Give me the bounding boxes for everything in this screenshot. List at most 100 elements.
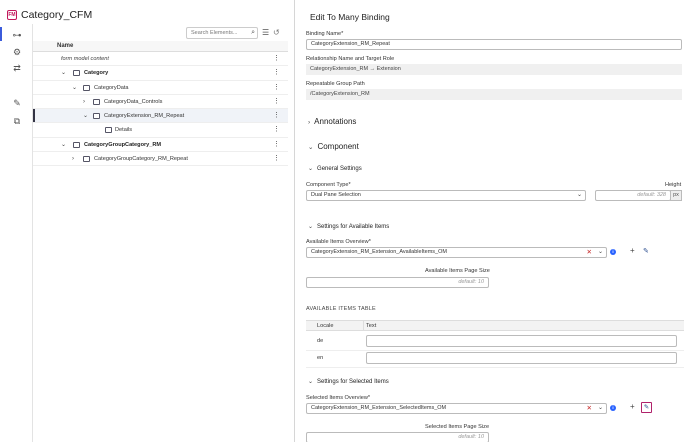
tree-icon[interactable]: ⊶ — [11, 29, 23, 41]
chevron-down-icon[interactable]: ⌄ — [61, 66, 66, 80]
available-table-caption: AVAILABLE ITEMS TABLE — [306, 306, 376, 312]
table-icon — [93, 98, 100, 105]
available-settings-title: Settings for Available Items — [317, 224, 390, 230]
more-icon[interactable]: ⋮ — [273, 52, 280, 66]
tree-row-selected[interactable]: ⌄ CategoryExtension_RM_Repeat ⋮ — [33, 109, 288, 124]
tree-row[interactable]: › CategoryData_Controls ⋮ — [33, 95, 288, 110]
tree-column-header: Name — [33, 41, 288, 52]
folder-icon — [105, 127, 112, 134]
edit-icon[interactable]: ✎ — [641, 402, 652, 413]
repeat-icon — [93, 113, 100, 120]
text-column-header: Text — [366, 323, 377, 329]
component-type-value: Dual Pane Selection — [311, 192, 361, 198]
group-icon — [73, 70, 80, 77]
document-icon: FM — [7, 10, 17, 20]
component-type-select[interactable]: Dual Pane Selection ⌄ — [306, 190, 586, 201]
available-overview-value: CategoryExtension_RM_Extension_Available… — [311, 249, 447, 255]
selected-settings-section[interactable]: ⌄ Settings for Selected Items — [308, 378, 389, 385]
height-label: Height — [665, 182, 682, 188]
available-page-size-input[interactable]: default: 10 — [306, 277, 489, 288]
component-type-label: Component Type* — [306, 182, 351, 188]
tree-row[interactable]: ⌄ CategoryGroupCategory_RM ⋮ — [33, 138, 288, 153]
edit-icon[interactable]: ✎ — [643, 247, 649, 255]
tree-row-label: Details — [115, 127, 133, 134]
available-settings-section[interactable]: ⌄ Settings for Available Items — [308, 223, 389, 230]
tree-row[interactable]: ⌄ CategoryData ⋮ — [33, 81, 288, 95]
tree-row-label: CategoryData — [94, 84, 129, 91]
history-icon[interactable]: ↺ — [273, 28, 280, 37]
text-input[interactable] — [366, 352, 677, 364]
arrows-icon[interactable]: ⇄ — [11, 62, 23, 74]
add-icon[interactable]: + — [630, 246, 635, 255]
chevron-down-icon[interactable]: ⌄ — [72, 81, 77, 95]
left-rail: ⊶ ⚙ ⇄ ✎ ⧉ — [0, 24, 33, 442]
tree-row[interactable]: Details ⋮ — [33, 123, 288, 138]
tree-row-label: CategoryData_Controls — [104, 98, 163, 105]
text-input[interactable] — [366, 335, 677, 347]
column-separator — [363, 321, 364, 331]
general-settings-title: General Settings — [317, 166, 362, 172]
chevron-down-icon[interactable]: ⌄ — [83, 109, 88, 123]
tree-row-label: Category — [84, 70, 109, 77]
group-path-label: Repeatable Group Path — [306, 81, 365, 87]
selected-overview-label: Selected Items Overview* — [306, 395, 371, 401]
gear-icon[interactable]: ⚙ — [11, 46, 23, 58]
search-icon: ⌕ — [251, 29, 255, 36]
general-settings-section[interactable]: ⌄ General Settings — [308, 165, 362, 172]
search-input[interactable]: Search Elements... ⌕ — [186, 27, 258, 39]
tree-row-label: CategoryGroupCategory_RM_Repeat — [94, 156, 188, 163]
available-overview-select[interactable]: CategoryExtension_RM_Extension_Available… — [306, 247, 607, 258]
locale-cell: en — [317, 355, 324, 361]
tree-row[interactable]: › CategoryGroupCategory_RM_Repeat ⋮ — [33, 152, 288, 167]
export-icon[interactable]: ⧉ — [11, 115, 23, 127]
search-placeholder: Search Elements... — [191, 30, 238, 36]
more-icon[interactable]: ⋮ — [273, 123, 280, 137]
brush-icon[interactable]: ✎ — [11, 97, 23, 109]
chevron-down-icon[interactable]: ⌄ — [61, 138, 66, 152]
more-icon[interactable]: ⋮ — [273, 95, 280, 109]
selected-page-size-input[interactable]: default: 10 — [306, 432, 489, 442]
annotations-title: Annotations — [314, 117, 357, 126]
chevron-right-icon: › — [308, 119, 311, 126]
chevron-down-icon: ⌄ — [597, 249, 603, 255]
more-icon[interactable]: ⋮ — [273, 109, 280, 123]
locale-column-header: Locale — [317, 323, 334, 329]
clear-icon[interactable]: ✕ — [587, 404, 592, 413]
group-icon — [73, 141, 80, 148]
chevron-right-icon[interactable]: › — [83, 95, 85, 109]
rail-active-indicator — [0, 27, 2, 41]
annotations-section[interactable]: › Annotations — [308, 117, 356, 126]
clear-icon[interactable]: ✕ — [587, 248, 592, 257]
panel-title: Edit To Many Binding — [310, 12, 390, 22]
more-icon[interactable]: ⋮ — [273, 138, 280, 152]
pane-divider[interactable] — [294, 0, 295, 442]
tree-row[interactable]: form model content ⋮ — [33, 52, 288, 67]
chevron-down-icon: ⌄ — [308, 224, 314, 230]
tree-row[interactable]: ⌄ Category ⋮ — [33, 66, 288, 81]
component-title: Component — [317, 142, 359, 151]
tree-row-label: form model content — [61, 56, 109, 62]
component-section[interactable]: ⌄ Component — [308, 142, 359, 151]
info-icon[interactable]: i — [610, 405, 616, 411]
selected-page-size-label: Selected Items Page Size — [425, 424, 490, 430]
add-icon[interactable]: + — [630, 402, 635, 411]
more-icon[interactable]: ⋮ — [273, 152, 280, 166]
tree-row-label: CategoryExtension_RM_Repeat — [104, 113, 185, 120]
group-icon — [83, 84, 90, 91]
chevron-right-icon[interactable]: › — [72, 152, 74, 166]
chevron-down-icon: ⌄ — [308, 379, 314, 385]
more-icon[interactable]: ⋮ — [273, 81, 280, 95]
more-icon[interactable]: ⋮ — [273, 66, 280, 80]
group-path-value: /CategoryExtension_RM — [306, 89, 682, 100]
available-page-size-label: Available Items Page Size — [425, 268, 490, 274]
app-title: Category_CFM — [21, 9, 93, 21]
filter-icon[interactable]: ☰ — [262, 28, 269, 37]
selected-settings-title: Settings for Selected Items — [317, 379, 389, 385]
table-row: en — [306, 348, 684, 368]
info-icon[interactable]: i — [610, 249, 616, 255]
height-input[interactable]: default: 328 — [595, 190, 671, 201]
selected-overview-select[interactable]: CategoryExtension_RM_Extension_SelectedI… — [306, 403, 607, 414]
binding-name-label: Binding Name* — [306, 31, 344, 37]
chevron-down-icon: ⌄ — [308, 166, 314, 172]
binding-name-field[interactable]: CategoryExtension_RM_Repeat — [306, 39, 682, 50]
